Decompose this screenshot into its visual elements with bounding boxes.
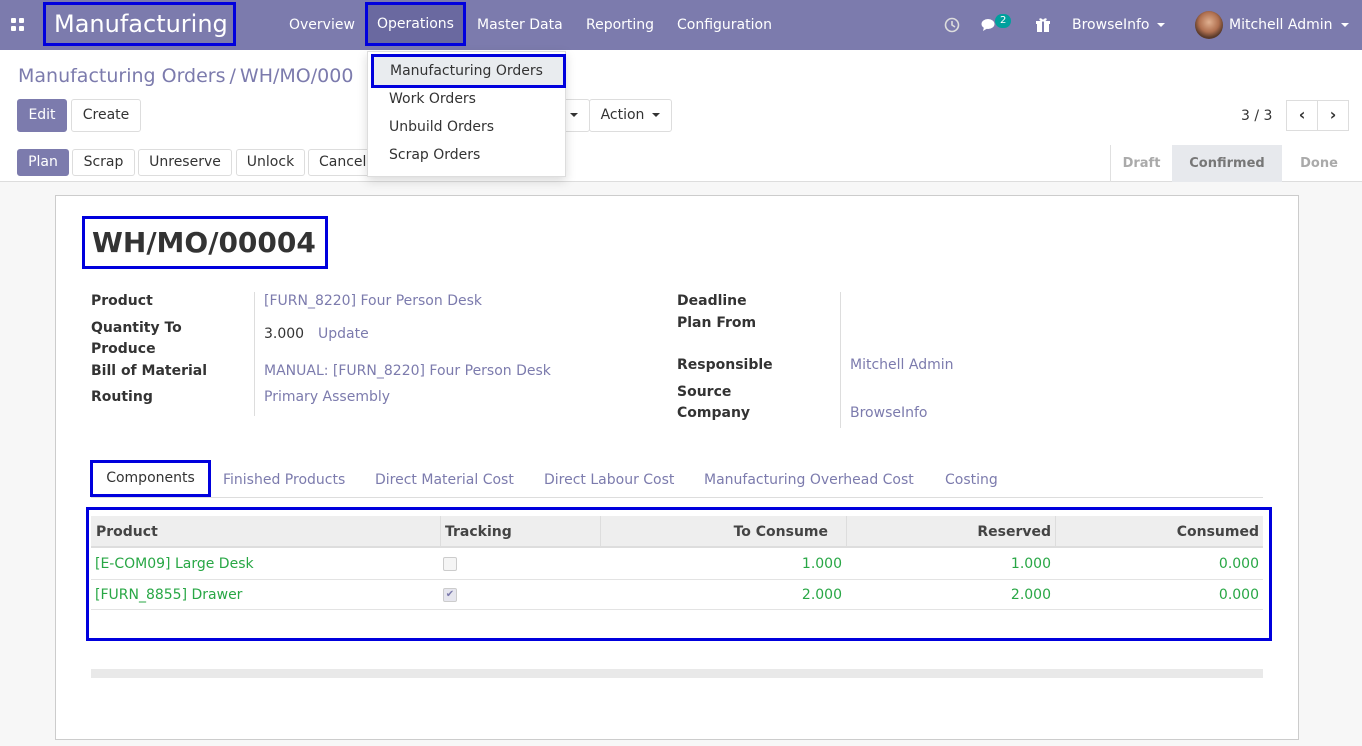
components-table-highlight: [86, 507, 1272, 641]
company-switcher[interactable]: BrowseInfo: [1072, 0, 1166, 50]
plan-button[interactable]: Plan: [17, 149, 69, 176]
field-label-responsible: Responsible: [677, 357, 773, 373]
form-footer-bar: [91, 669, 1263, 678]
field-label-quantity: Quantity To Produce: [91, 320, 182, 357]
create-button[interactable]: Create: [71, 99, 141, 132]
company-name: BrowseInfo: [1072, 17, 1150, 33]
tab-direct-labour-cost[interactable]: Direct Labour Cost: [544, 472, 674, 488]
pager-next-button[interactable]: ›: [1317, 100, 1349, 131]
field-label-source-company: Source Company: [677, 384, 751, 421]
top-navbar: Manufacturing Overview Operations Master…: [0, 0, 1362, 50]
edit-button[interactable]: Edit: [17, 99, 67, 132]
action-dropdown-button[interactable]: Action: [589, 99, 672, 132]
unlock-button[interactable]: Unlock: [236, 149, 305, 176]
tab-costing[interactable]: Costing: [945, 472, 998, 488]
tab-components[interactable]: Components: [90, 460, 211, 497]
field-label-plan-from: Plan From: [677, 315, 757, 331]
caret-down-icon: [570, 113, 578, 117]
menu-operations[interactable]: Operations: [365, 2, 466, 46]
dropdown-item-manufacturing-orders[interactable]: Manufacturing Orders: [371, 54, 566, 88]
action-label: Action: [600, 107, 645, 123]
tab-direct-material-cost[interactable]: Direct Material Cost: [375, 472, 514, 488]
caret-down-icon: [1340, 23, 1349, 27]
dropdown-item-scrap-orders[interactable]: Scrap Orders: [389, 147, 480, 163]
field-label-bom: Bill of Material: [91, 363, 208, 379]
cancel-button[interactable]: Cancel: [308, 149, 370, 176]
gift-icon[interactable]: [1035, 0, 1051, 50]
record-title: WH/MO/00004: [82, 216, 328, 269]
field-value-routing[interactable]: Primary Assembly: [264, 387, 390, 408]
caret-down-icon: [652, 113, 661, 117]
menu-reporting[interactable]: Reporting: [586, 0, 654, 50]
field-divider: [840, 292, 841, 428]
tab-finished-products[interactable]: Finished Products: [223, 472, 345, 488]
status-done[interactable]: Done: [1282, 145, 1356, 182]
field-divider: [254, 292, 255, 416]
chevron-left-icon: ‹: [1298, 105, 1306, 124]
chat-count-badge: 2: [995, 14, 1012, 28]
pager-value: 3 / 3: [1241, 108, 1273, 124]
menu-master-data[interactable]: Master Data: [477, 0, 563, 50]
dropdown-item-unbuild-orders[interactable]: Unbuild Orders: [389, 119, 494, 135]
user-menu[interactable]: Mitchell Admin: [1229, 0, 1349, 50]
field-value-responsible[interactable]: Mitchell Admin: [850, 355, 954, 376]
tab-manufacturing-overhead-cost[interactable]: Manufacturing Overhead Cost: [704, 472, 914, 488]
scrap-button[interactable]: Scrap: [72, 149, 135, 176]
field-value-source-company[interactable]: BrowseInfo: [850, 403, 927, 424]
field-value-quantity: 3.000: [264, 326, 305, 342]
breadcrumb-separator: /: [229, 65, 236, 87]
field-label-routing: Routing: [91, 389, 153, 405]
tabs-divider: [91, 497, 1263, 498]
app-brand[interactable]: Manufacturing: [43, 2, 236, 46]
clock-icon[interactable]: [944, 0, 960, 50]
user-name: Mitchell Admin: [1229, 17, 1333, 33]
field-label-deadline: Deadline: [677, 293, 747, 309]
field-value-product[interactable]: [FURN_8220] Four Person Desk: [264, 291, 482, 312]
update-quantity-button[interactable]: Update: [318, 324, 369, 345]
chevron-right-icon: ›: [1329, 105, 1337, 124]
operations-dropdown-menu: Manufacturing Orders Work Orders Unbuild…: [367, 51, 566, 177]
field-value-bom[interactable]: MANUAL: [FURN_8220] Four Person Desk: [264, 361, 551, 382]
menu-configuration[interactable]: Configuration: [677, 0, 772, 50]
breadcrumb-current: WH/MO/000: [239, 65, 354, 87]
control-panel: Manufacturing Orders / WH/MO/000 Edit Crea…: [0, 50, 1362, 182]
menu-overview[interactable]: Overview: [289, 0, 355, 50]
status-confirmed[interactable]: Confirmed: [1172, 145, 1282, 182]
status-draft[interactable]: Draft: [1110, 145, 1172, 182]
breadcrumb: Manufacturing Orders / WH/MO/000: [18, 65, 353, 87]
breadcrumb-parent[interactable]: Manufacturing Orders: [18, 65, 226, 87]
field-label-product: Product: [91, 293, 153, 309]
form-sheet: [55, 195, 1299, 740]
apps-menu-icon[interactable]: [11, 18, 24, 31]
caret-down-icon: [1157, 23, 1166, 27]
dropdown-item-work-orders[interactable]: Work Orders: [389, 91, 476, 107]
unreserve-button[interactable]: Unreserve: [138, 149, 232, 176]
user-avatar[interactable]: [1195, 11, 1223, 39]
pager-previous-button[interactable]: ‹: [1286, 100, 1318, 131]
